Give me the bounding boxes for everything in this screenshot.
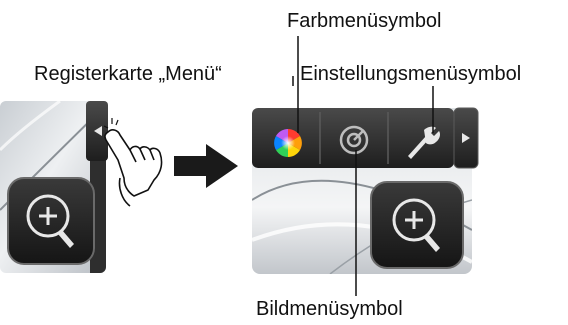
color-menu-button[interactable] — [274, 129, 302, 157]
menu-tab[interactable] — [86, 101, 108, 161]
instruction-diagram — [0, 36, 479, 296]
color-wheel-icon — [274, 129, 302, 157]
pointing-hand-icon — [104, 129, 163, 207]
zoom-in-button-right[interactable] — [370, 181, 464, 269]
zoom-in-button-left[interactable] — [7, 177, 95, 265]
menu-tab-right[interactable] — [453, 107, 479, 169]
right-arrow-pointer — [174, 144, 238, 188]
